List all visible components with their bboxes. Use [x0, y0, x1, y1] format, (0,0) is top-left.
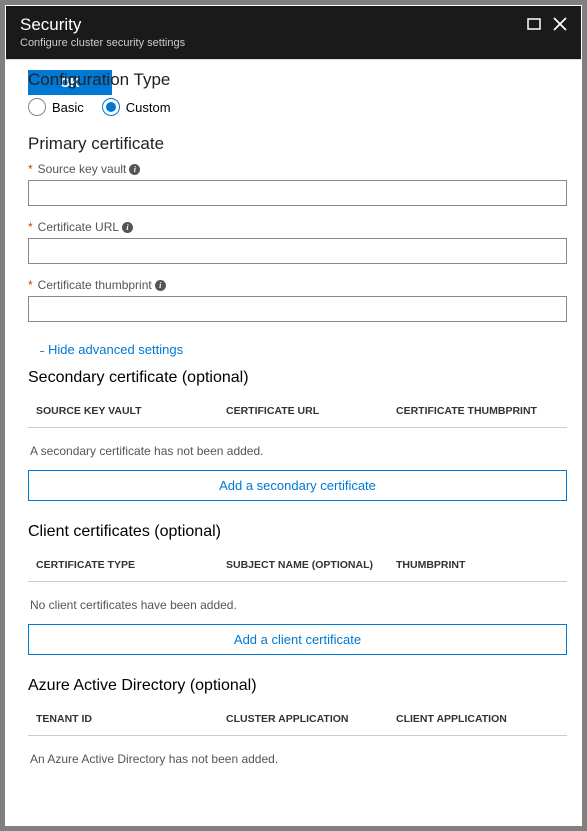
client-certs-empty: No client certificates have been added.	[28, 582, 567, 624]
secondary-cert-empty: A secondary certificate has not been add…	[28, 428, 567, 470]
radio-circle-selected-icon	[102, 98, 120, 116]
certificate-url-label: * Certificate URL i	[28, 220, 567, 234]
certificate-thumbprint-input[interactable]	[28, 296, 567, 322]
blade-body: Configuration Type Basic Custom Primary …	[6, 56, 581, 771]
col-certificate-url: CERTIFICATE URL	[226, 405, 396, 417]
col-thumbprint: THUMBPRINT	[396, 559, 559, 571]
aad-table-header: TENANT ID CLUSTER APPLICATION CLIENT APP…	[28, 703, 567, 736]
client-certs-heading: Client certificates (optional)	[28, 523, 567, 541]
required-icon: *	[28, 220, 33, 234]
close-icon[interactable]	[553, 17, 567, 34]
col-source-key-vault: SOURCE KEY VAULT	[36, 405, 226, 417]
required-icon: *	[28, 162, 33, 176]
primary-cert-heading: Primary certificate	[28, 134, 567, 154]
blade-title: Security	[20, 15, 185, 35]
maximize-icon[interactable]	[527, 17, 541, 34]
radio-custom-label: Custom	[126, 100, 171, 115]
source-key-vault-input[interactable]	[28, 180, 567, 206]
security-blade: Security Configure cluster security sett…	[5, 5, 582, 826]
add-secondary-cert-button[interactable]: Add a secondary certificate	[28, 470, 567, 501]
aad-empty: An Azure Active Directory has not been a…	[28, 736, 567, 771]
blade-subtitle: Configure cluster security settings	[20, 37, 185, 49]
secondary-cert-heading: Secondary certificate (optional)	[28, 369, 567, 387]
info-icon[interactable]: i	[155, 280, 166, 291]
aad-heading: Azure Active Directory (optional)	[28, 677, 567, 695]
config-type-radios: Basic Custom	[28, 98, 567, 116]
blade-header: Security Configure cluster security sett…	[6, 6, 581, 59]
col-cluster-app: CLUSTER APPLICATION	[226, 713, 396, 725]
required-icon: *	[28, 278, 33, 292]
col-subject-name: SUBJECT NAME (OPTIONAL)	[226, 559, 396, 571]
hide-advanced-link[interactable]: ˗ Hide advanced settings	[40, 342, 183, 357]
col-certificate-type: CERTIFICATE TYPE	[36, 559, 226, 571]
secondary-cert-table-header: SOURCE KEY VAULT CERTIFICATE URL CERTIFI…	[28, 395, 567, 428]
add-client-cert-button[interactable]: Add a client certificate	[28, 624, 567, 655]
certificate-url-input[interactable]	[28, 238, 567, 264]
config-type-heading: Configuration Type	[28, 70, 567, 90]
radio-basic[interactable]: Basic	[28, 98, 84, 116]
radio-custom[interactable]: Custom	[102, 98, 171, 116]
radio-basic-label: Basic	[52, 100, 84, 115]
certificate-thumbprint-label: * Certificate thumbprint i	[28, 278, 567, 292]
info-icon[interactable]: i	[129, 164, 140, 175]
client-certs-table-header: CERTIFICATE TYPE SUBJECT NAME (OPTIONAL)…	[28, 549, 567, 582]
info-icon[interactable]: i	[122, 222, 133, 233]
col-certificate-thumbprint: CERTIFICATE THUMBPRINT	[396, 405, 559, 417]
radio-circle-icon	[28, 98, 46, 116]
source-key-vault-label: * Source key vault i	[28, 162, 567, 176]
col-tenant-id: TENANT ID	[36, 713, 226, 725]
col-client-app: CLIENT APPLICATION	[396, 713, 559, 725]
